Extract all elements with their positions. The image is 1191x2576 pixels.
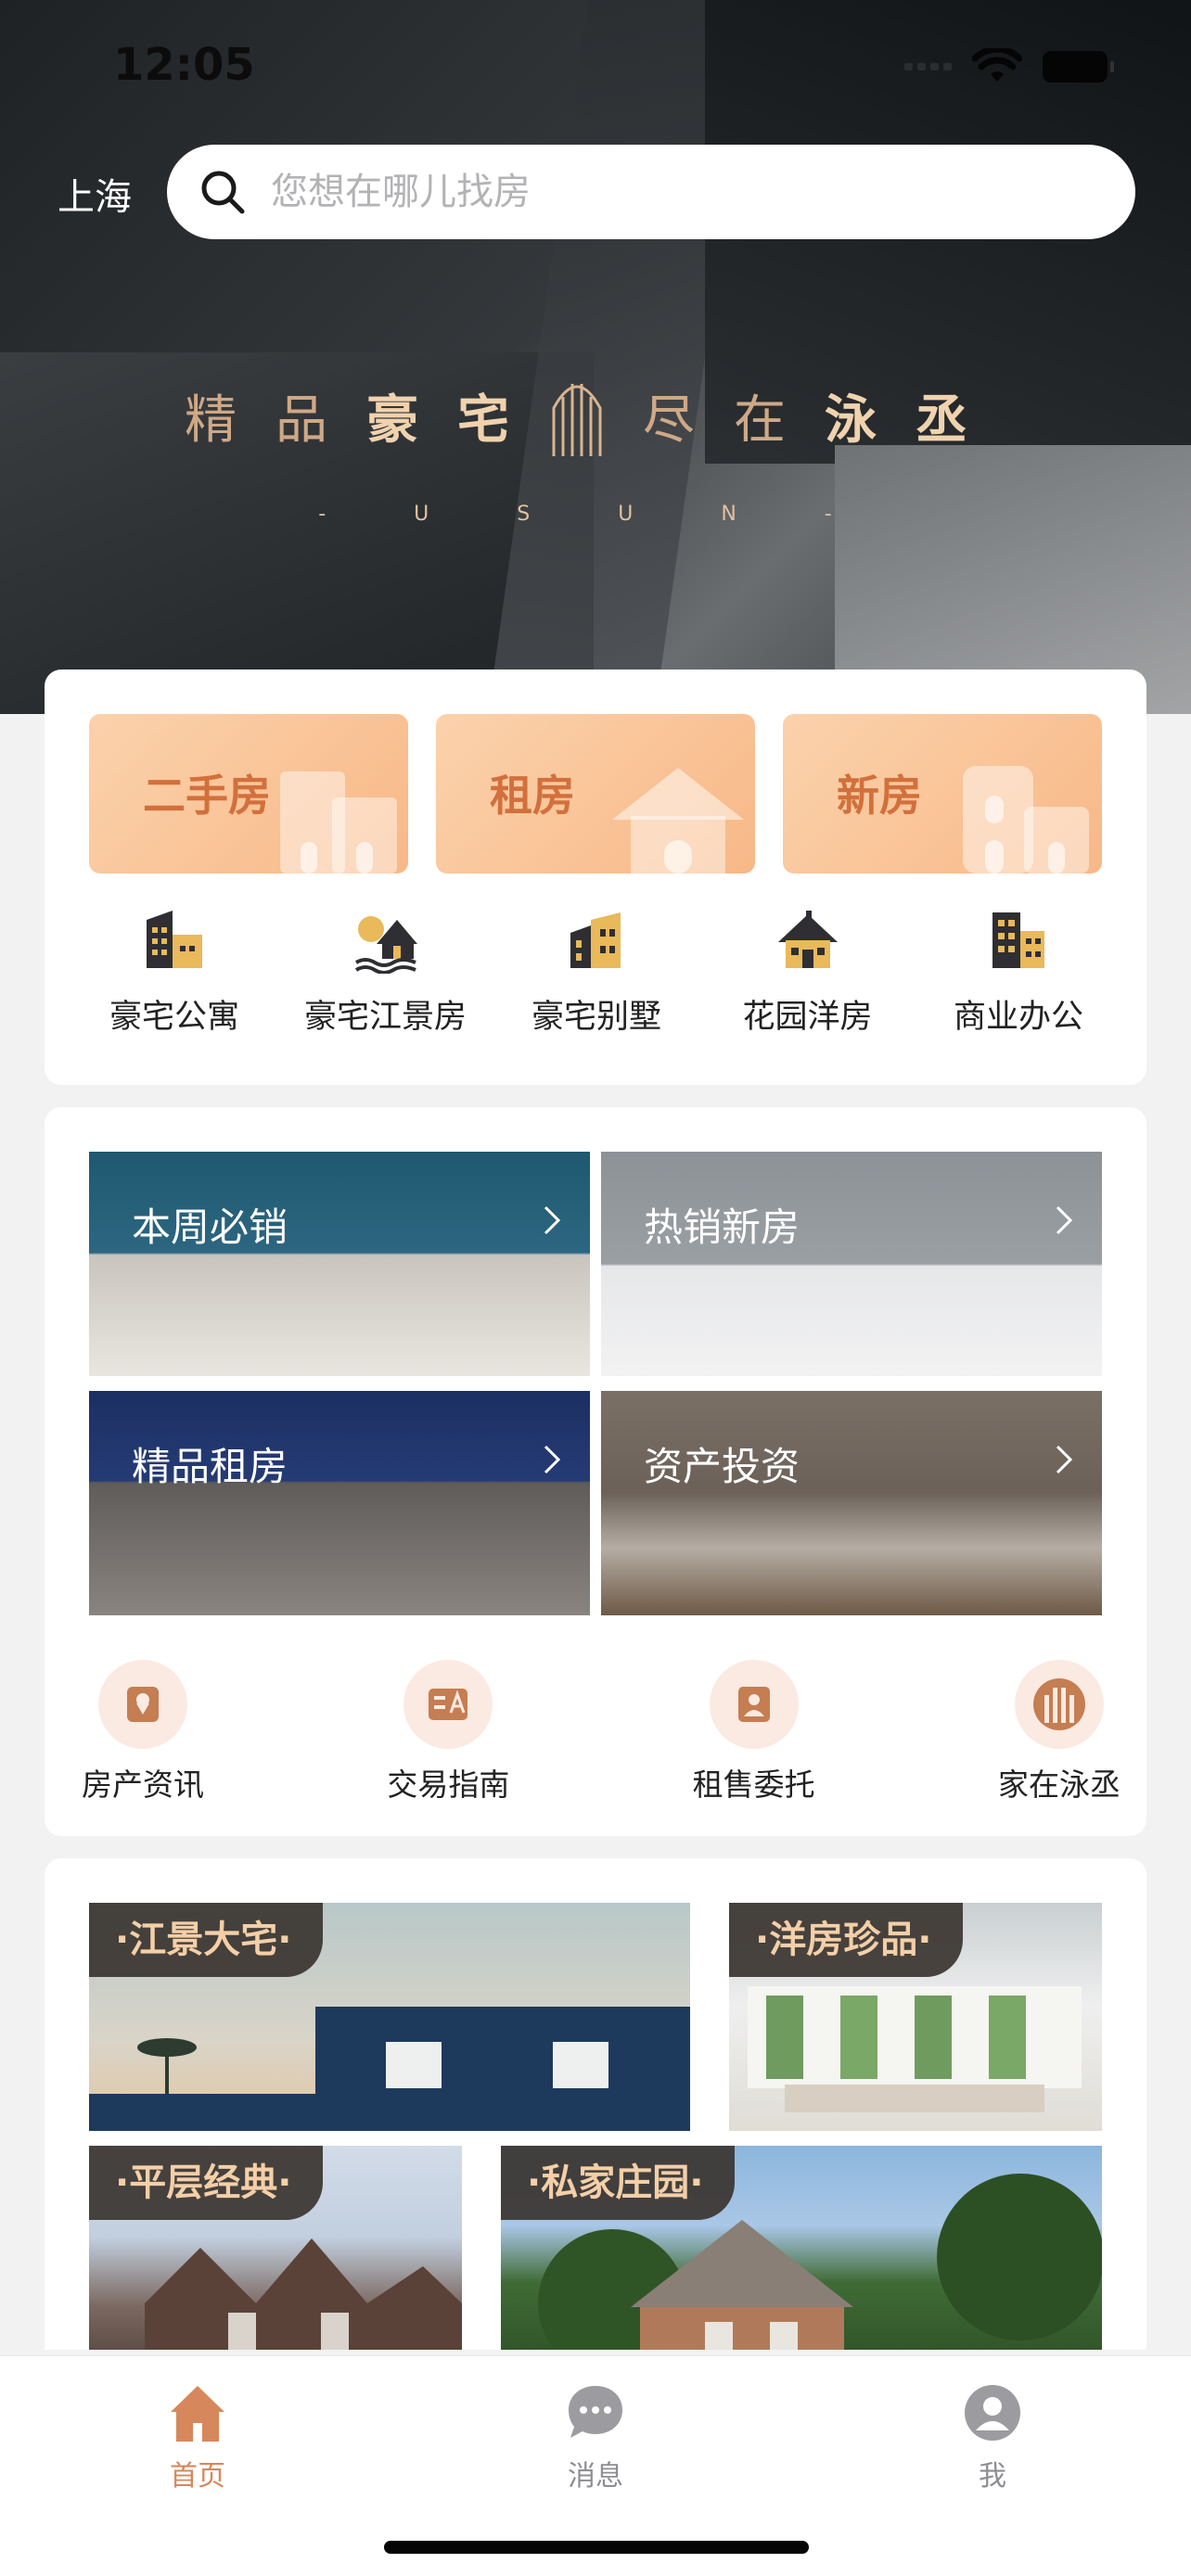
chevron-right-icon [1056,1445,1073,1474]
promo-tile-premium-rent[interactable]: 精品租房 [89,1391,590,1615]
home-icon [171,2386,224,2442]
shortcut-label: 家在泳丞 [997,1766,1121,1803]
chevron-right-icon [544,1205,561,1235]
wifi-icon [972,48,1022,82]
slogan-left-thin: 精品 [185,389,366,451]
building-outline-icon [280,772,397,874]
chevron-right-icon [1056,1205,1073,1235]
property-type-label: 商业办公 [953,999,1083,1036]
category-tile-new[interactable]: 新房 [783,714,1102,874]
villa-icon [570,912,621,968]
search-icon [201,171,245,214]
promo-tile-label: 热销新房 [644,1205,800,1250]
tab-messages[interactable]: 消息 [503,2380,688,2493]
category-card: 二手房 租房 新房 豪宅公寓 豪宅江景房 豪宅别墅 花园洋房 商业办公 [45,670,1146,1085]
promo-tile-label: 资产投资 [644,1444,800,1489]
hero-slogan: 精品 豪宅 尽在 泳丞 [0,371,1191,460]
garden-house-icon [777,911,838,968]
apartment-building-icon [147,911,202,968]
slogan-left-bold: 豪宅 [366,389,548,451]
property-type-label: 豪宅别墅 [531,999,661,1036]
riverside-house-icon [354,916,417,974]
property-type-apartment[interactable]: 豪宅公寓 [82,907,267,1038]
slogan-right-thin: 尽在 [643,389,825,451]
featured-tag: ·私家庄园· [501,2146,736,2220]
shortcut-label: 房产资讯 [82,1766,204,1803]
chevron-right-icon [544,1445,561,1474]
slogan-right-bold: 泳丞 [825,389,1006,451]
featured-tag: ·江景大宅· [89,1903,324,1977]
property-type-villa[interactable]: 豪宅别墅 [504,907,689,1038]
search-bar[interactable] [167,145,1135,239]
brand-logo-icon [1032,1678,1085,1730]
shortcut-entrust[interactable]: 租售委托 [693,1660,815,1804]
tab-label: 消息 [568,2460,623,2493]
property-type-office[interactable]: 商业办公 [926,907,1111,1038]
building-outline-icon [963,766,1089,874]
property-type-garden[interactable]: 花园洋房 [715,907,901,1038]
tab-label: 我 [979,2460,1006,2493]
category-tile-rent[interactable]: 租房 [436,714,755,874]
featured-tag: ·洋房珍品· [729,1903,964,1977]
property-type-label: 豪宅公寓 [109,999,239,1036]
shortcut-about[interactable]: 家在泳丞 [998,1660,1121,1804]
featured-tile-western[interactable]: ·洋房珍品· [729,1903,1102,2131]
house-outline-icon [612,768,744,874]
promo-tile-label: 本周必销 [132,1205,288,1250]
featured-card: ·江景大宅· ·洋房珍品· ·平层经典· ·私家庄园· [45,1858,1146,2350]
promo-tile-weekly-sale[interactable]: 本周必销 [89,1152,590,1376]
tab-home[interactable]: 首页 [105,2380,290,2493]
guide-book-icon [429,1689,468,1720]
category-tile-label: 新房 [837,771,922,821]
brand-subtitle: - U S U N - [318,503,873,526]
featured-tile-estate[interactable]: ·私家庄园· [501,2146,1102,2350]
tab-profile[interactable]: 我 [900,2380,1085,2493]
shortcut-news[interactable]: 房产资讯 [82,1660,204,1804]
home-indicator[interactable] [384,2541,809,2554]
hero-banner: 12:05 上海 精品 豪宅 尽在 泳丞 - U [0,0,1191,714]
message-icon [569,2386,622,2438]
featured-tag: ·平层经典· [89,2146,324,2220]
property-type-label: 花园洋房 [742,999,873,1036]
featured-tile-classic[interactable]: ·平层经典· [89,2146,462,2350]
category-tile-resale[interactable]: 二手房 [89,714,408,874]
featured-tile-riverview[interactable]: ·江景大宅· [89,1903,690,2131]
profile-icon [965,2385,1020,2441]
status-bar: 12:05 [0,0,1191,130]
category-tile-label: 二手房 [143,771,271,821]
search-input[interactable] [271,171,1031,213]
person-card-icon [737,1687,770,1722]
tab-label: 首页 [170,2460,225,2493]
shortcut-guide[interactable]: 交易指南 [387,1660,509,1804]
promo-tile-label: 精品租房 [132,1444,288,1489]
office-building-icon [992,912,1044,968]
category-tile-label: 租房 [490,771,575,821]
property-type-label: 豪宅江景房 [303,999,467,1036]
status-time: 12:05 [113,39,255,91]
promo-tile-investment[interactable]: 资产投资 [601,1391,1102,1615]
shortcut-label: 租售委托 [692,1766,815,1803]
promo-card: 本周必销 热销新房 精品租房 资产投资 房产资讯 交易指南 租售委托 家在泳丞 [45,1107,1146,1836]
brand-logo-icon [552,384,602,456]
city-selector[interactable]: 上海 [58,167,132,221]
shortcut-label: 交易指南 [387,1766,510,1803]
location-pin-icon [127,1687,159,1722]
property-type-riverside[interactable]: 豪宅江景房 [293,907,479,1038]
promo-tile-hot-new[interactable]: 热销新房 [601,1152,1102,1376]
cellular-signal-icon [904,63,952,70]
battery-icon [1043,51,1114,83]
